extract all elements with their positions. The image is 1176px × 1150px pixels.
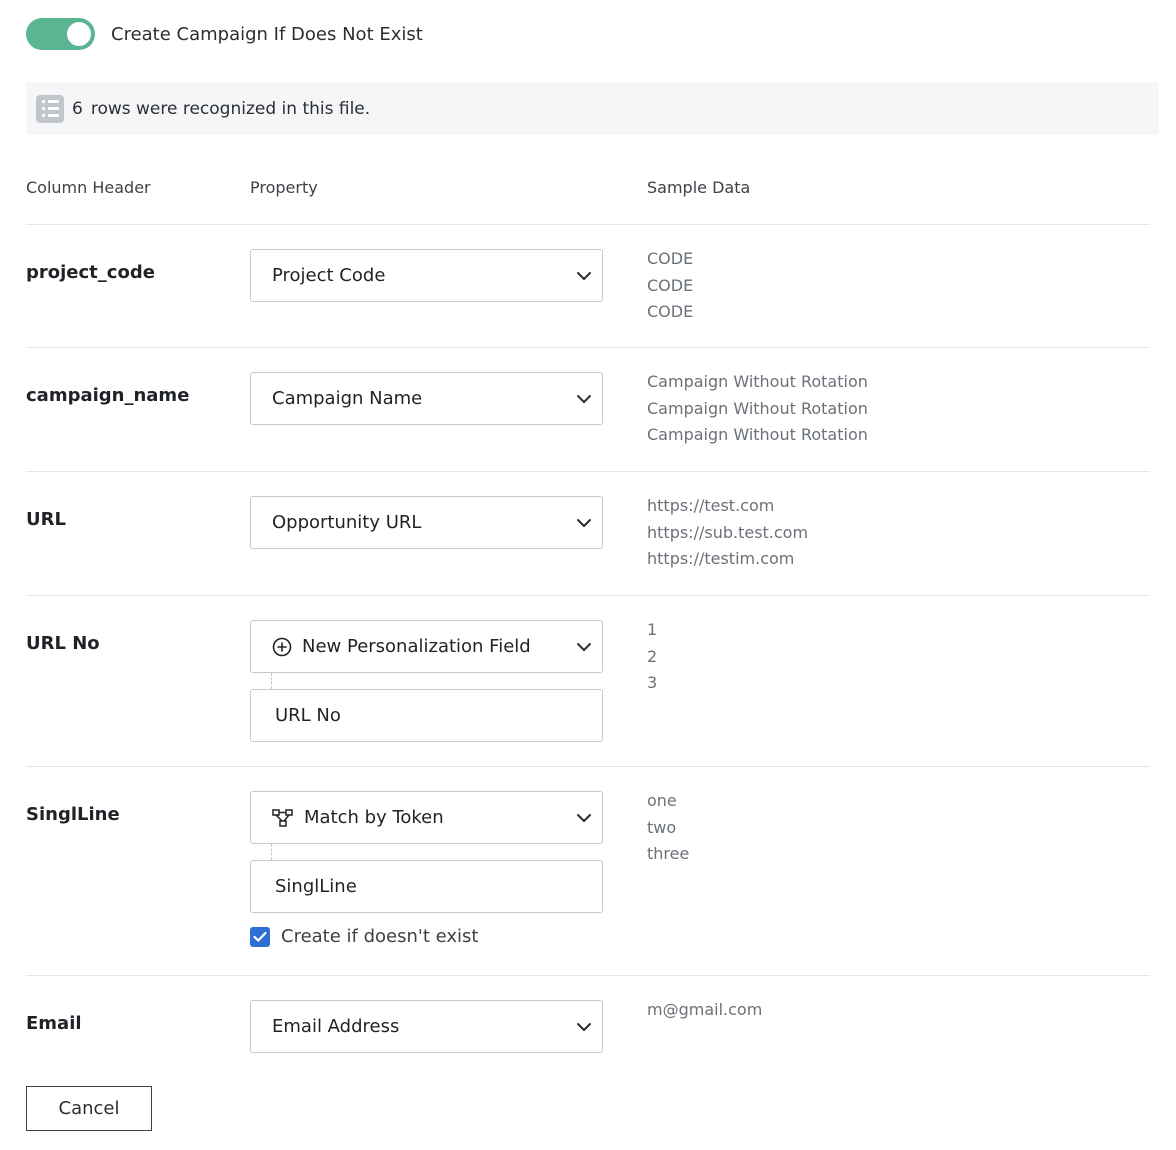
sample-data-heading: Sample Data (647, 178, 751, 197)
property-select-singlline[interactable]: Match by Token (250, 791, 603, 844)
sample-value: Campaign Without Rotation (647, 372, 868, 391)
divider (26, 766, 1150, 767)
divider (26, 975, 1150, 976)
sample-value: https://sub.test.com (647, 522, 809, 542)
create-if-not-exist-checkbox[interactable] (250, 926, 270, 947)
row-label-email: Email (26, 1013, 82, 1034)
toggle-knob (67, 22, 91, 46)
rows-count: 6 (72, 98, 83, 119)
property-select-project-code[interactable]: Project Code (250, 249, 603, 302)
property-select-url-no[interactable]: New Personalization Field (250, 620, 603, 673)
select-value: New Personalization Field (302, 636, 531, 657)
sample-value: https://testim.com (647, 549, 795, 568)
sample-data-url-no: 1 2 3 (647, 617, 657, 697)
select-value: Project Code (272, 265, 386, 286)
property-select-email[interactable]: Email Address (250, 1000, 603, 1053)
field-connector-line (271, 844, 272, 860)
divider (26, 347, 1150, 348)
cancel-button[interactable]: Cancel (26, 1086, 152, 1131)
sample-value: one (647, 791, 677, 810)
row-label-singlline: SinglLine (26, 804, 120, 825)
property-select-url[interactable]: Opportunity URL (250, 496, 603, 549)
row-label-project-code: project_code (26, 262, 155, 283)
row-label-campaign-name: campaign_name (26, 385, 190, 406)
list-icon (36, 94, 64, 123)
property-heading: Property (250, 178, 318, 197)
divider (26, 471, 1150, 472)
chevron-down-icon (577, 643, 591, 651)
chevron-down-icon (577, 1023, 591, 1031)
chevron-down-icon (577, 395, 591, 403)
sample-value: CODE (647, 275, 694, 295)
select-value: Opportunity URL (272, 512, 422, 533)
token-field-input[interactable]: SinglLine (250, 860, 603, 913)
property-select-campaign-name[interactable]: Campaign Name (250, 372, 603, 425)
divider (26, 595, 1150, 596)
divider (26, 224, 1150, 225)
sample-data-campaign-name: Campaign Without Rotation Campaign Witho… (647, 369, 868, 449)
sample-value: 1 (647, 620, 658, 639)
rows-recognized-banner: 6 rows were recognized in this file. (26, 82, 1159, 135)
create-campaign-toggle-row: Create Campaign If Does Not Exist (26, 18, 423, 50)
row-label-url: URL (26, 509, 66, 530)
personalization-field-name-input[interactable]: URL No (250, 689, 603, 742)
sample-value: Campaign Without Rotation (647, 398, 868, 418)
sample-data-email: m@gmail.com (647, 997, 762, 1024)
chevron-down-icon (577, 519, 591, 527)
sample-data-project-code: CODE CODE CODE (647, 246, 693, 326)
sample-value: 2 (647, 646, 658, 666)
token-network-icon (272, 808, 294, 827)
sample-data-url: https://test.com https://sub.test.com ht… (647, 493, 808, 573)
sample-value: 3 (647, 673, 658, 692)
chevron-down-icon (577, 272, 591, 280)
sample-data-singlline: one two three (647, 788, 689, 868)
toggle-label: Create Campaign If Does Not Exist (111, 23, 423, 45)
sample-value: two (647, 817, 677, 837)
select-value: Email Address (272, 1016, 400, 1037)
select-value: Match by Token (304, 807, 444, 828)
chevron-down-icon (577, 814, 591, 822)
sample-value: three (647, 844, 690, 863)
sample-value: CODE (647, 302, 694, 321)
create-if-not-exist-row: Create if doesn't exist (250, 926, 478, 947)
plus-circle-icon (272, 637, 292, 657)
sample-value: CODE (647, 249, 694, 268)
sample-value: Campaign Without Rotation (647, 425, 868, 444)
create-campaign-toggle[interactable] (26, 18, 95, 50)
sample-value: https://test.com (647, 496, 775, 515)
checkmark-icon (253, 931, 267, 942)
checkbox-label: Create if doesn't exist (281, 926, 479, 947)
column-header-heading: Column Header (26, 178, 151, 197)
select-value: Campaign Name (272, 388, 423, 409)
row-label-url-no: URL No (26, 633, 100, 654)
field-connector-line (271, 673, 272, 689)
sample-value: m@gmail.com (647, 1000, 763, 1019)
rows-recognized-text: rows were recognized in this file. (90, 98, 371, 119)
